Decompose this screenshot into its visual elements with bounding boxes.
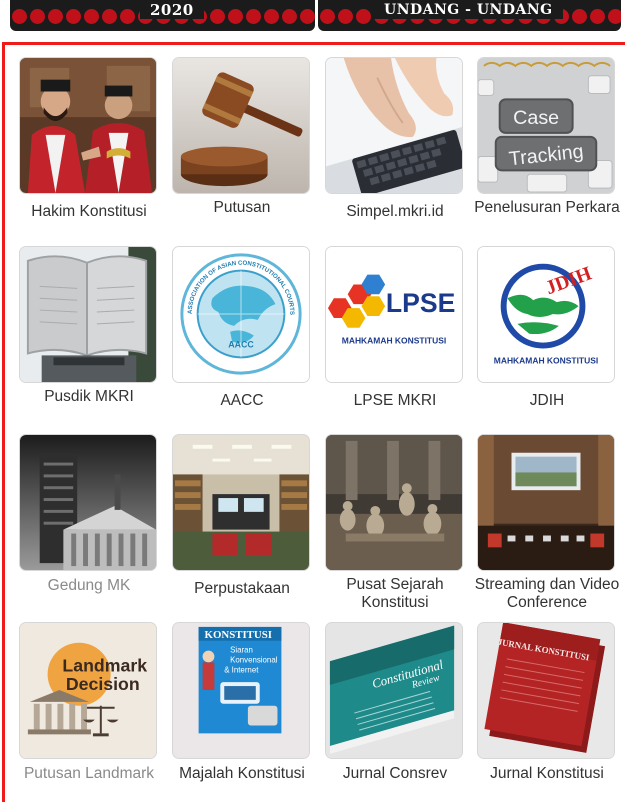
banner-dot xyxy=(102,9,117,24)
journal-consrev-cover-icon: Constitutional Review xyxy=(325,622,463,759)
building-photo-icon xyxy=(19,434,157,571)
banner-undang-label: UNDANG - UNDANG xyxy=(374,1,563,19)
banner-dot xyxy=(282,9,297,24)
jdih-logo-icon: JDIH MAHKAMAH KONSTITUSI xyxy=(477,246,615,383)
banner-year-label: 2020 xyxy=(140,1,204,19)
magazine-cover-icon: KONSTITUSI Siaran Konvensional & Interne… xyxy=(172,622,310,759)
gavel-photo-icon xyxy=(172,57,310,194)
aacc-logo-text: AACC xyxy=(228,340,254,350)
landmark-decision-logo-icon: Landmark Decision xyxy=(19,622,157,759)
case-tracking-keyboard-icon: Case Tracking xyxy=(477,57,615,194)
tile-label: Jurnal Consrev xyxy=(342,765,448,782)
magazine-title: KONSTITUSI xyxy=(205,629,272,641)
tile-label: Perpustakaan xyxy=(194,580,290,597)
magazine-cover-line2: Konvensional xyxy=(230,655,278,664)
lpse-logo-text: LPSE xyxy=(386,288,455,318)
jdih-logo-subtext: MAHKAMAH KONSTITUSI xyxy=(494,355,598,365)
tile-label: Penelusuran Perkara xyxy=(474,199,620,216)
banner-dot xyxy=(48,9,63,24)
landmark-logo-line1: Landmark xyxy=(62,655,147,675)
conference-room-photo-icon xyxy=(477,434,615,571)
journal-konstitusi-cover-icon: JURNAL KONSTITUSI xyxy=(477,622,615,759)
tile-label: Streaming dan Video Conference xyxy=(474,576,620,611)
lpse-logo-subtext: MAHKAMAH KONSTITUSI xyxy=(342,336,446,346)
tile-label: Putusan xyxy=(213,199,271,216)
lpse-logo-icon: LPSE MAHKAMAH KONSTITUSI xyxy=(325,246,463,383)
tile-label: Simpel.mkri.id xyxy=(346,203,444,220)
banner-dot xyxy=(120,9,135,24)
banner-dot xyxy=(356,9,371,24)
top-banner: 2020 UNDANG - UNDANG xyxy=(0,0,628,31)
banner-tab-undang-undang[interactable]: UNDANG - UNDANG xyxy=(318,0,621,31)
tile-label: Gedung MK xyxy=(47,577,131,594)
tile-label: Pusdik MKRI xyxy=(44,388,134,405)
banner-dot xyxy=(264,9,279,24)
banner-tab-year[interactable]: 2020 xyxy=(10,0,315,31)
history-diorama-photo-icon xyxy=(325,434,463,571)
banner-dot xyxy=(84,9,99,24)
banner-dot xyxy=(300,9,315,24)
banner-dot xyxy=(210,9,225,24)
banner-dot xyxy=(338,9,353,24)
landmark-logo-line2: Decision xyxy=(66,674,140,694)
aacc-logo-icon: AACC ASSOCIATION OF ASIAN CONSTITUTIONAL… xyxy=(172,246,310,383)
keycap-case-text: Case xyxy=(513,107,559,129)
magazine-cover-line1: Siaran xyxy=(230,646,253,655)
banner-dot xyxy=(30,9,45,24)
magazine-cover-line3: & Internet xyxy=(224,665,259,674)
banner-dot xyxy=(608,9,621,24)
keyboard-typing-photo-icon xyxy=(325,57,463,194)
tile-label: Majalah Konstitusi xyxy=(179,765,305,782)
tile-label: AACC xyxy=(220,392,264,409)
tile-label: Putusan Landmark xyxy=(23,765,155,782)
tile-label: JDIH xyxy=(529,392,565,409)
judges-photo-icon xyxy=(19,57,157,194)
banner-dot xyxy=(572,9,587,24)
tile-label: LPSE MKRI xyxy=(353,392,437,409)
banner-dot xyxy=(590,9,605,24)
book-monument-photo-icon xyxy=(19,246,157,383)
tile-label: Hakim Konstitusi xyxy=(31,203,147,220)
banner-dot xyxy=(66,9,81,24)
banner-dot xyxy=(12,9,27,24)
tile-label: Jurnal Konstitusi xyxy=(490,765,604,782)
banner-dot xyxy=(228,9,243,24)
tile-label: Pusat Sejarah Konstitusi xyxy=(346,576,444,611)
banner-dot xyxy=(246,9,261,24)
banner-dot xyxy=(320,9,335,24)
library-photo-icon xyxy=(172,434,310,571)
